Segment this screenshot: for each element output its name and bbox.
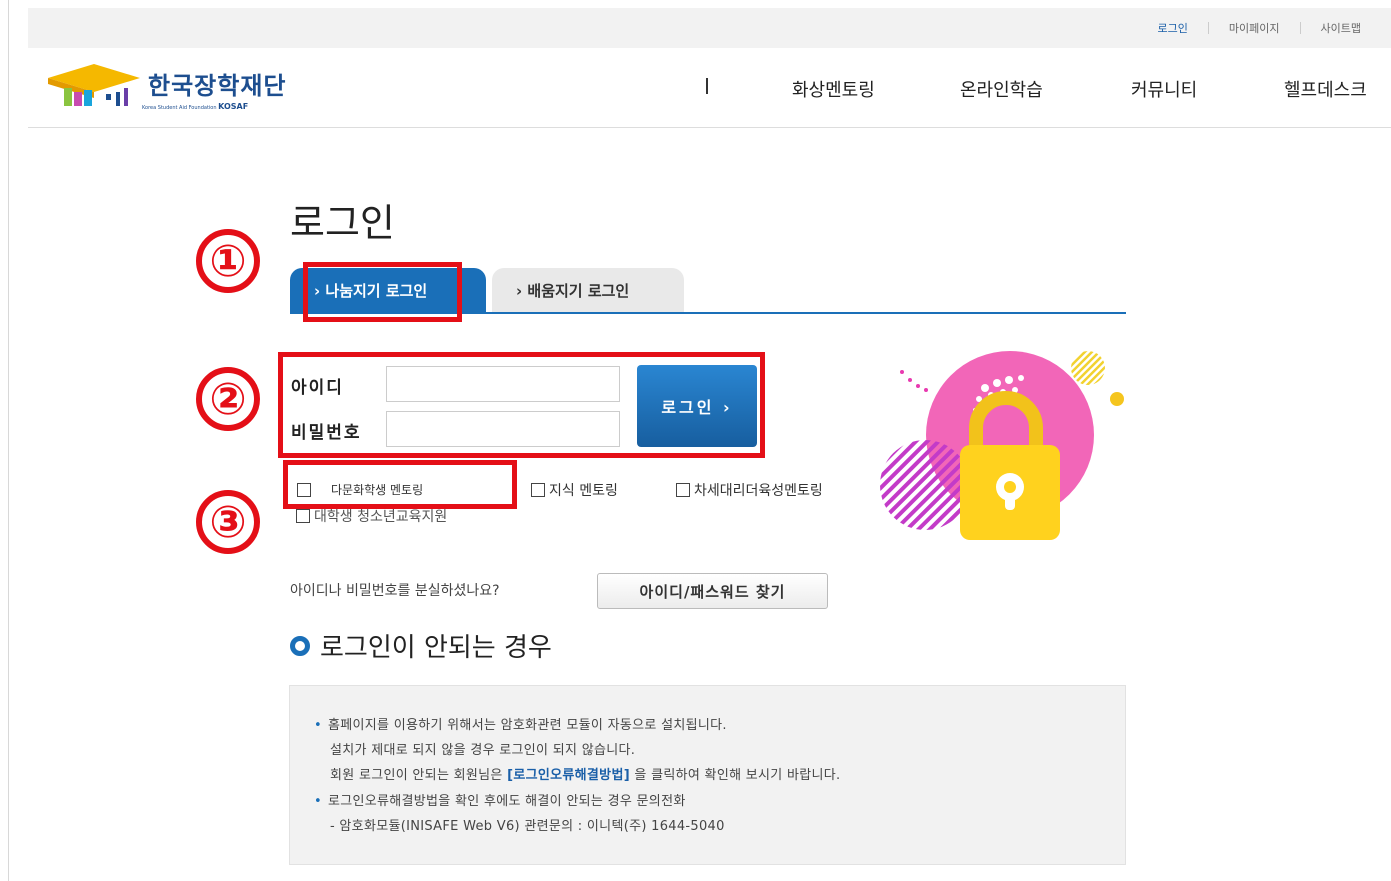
logo-subtitle: Korea Student Aid Foundation KOSAF — [142, 102, 248, 111]
info-line: - 암호화모듈(INISAFE Web V6) 관련문의 : 이니텍(주) 16… — [330, 819, 725, 834]
callout-number-2: ② — [196, 367, 260, 431]
info-line: 회원 로그인이 안되는 회원님은 [로그인오류해결방법] 을 클릭하여 확인해 … — [330, 764, 840, 783]
graduation-cap-icon — [48, 64, 140, 106]
lost-credentials-text: 아이디나 비밀번호를 분실하셨나요? — [290, 583, 500, 599]
logo-abbr: KOSAF — [218, 102, 249, 111]
utility-bar: 로그인 마이페이지 사이트맵 — [28, 8, 1391, 48]
nav-divider — [706, 78, 708, 94]
nav-helpdesk[interactable]: 헬프데스크 — [1284, 76, 1367, 102]
lock-illustration — [880, 351, 1124, 540]
divider — [1207, 22, 1209, 34]
callout-box-3 — [283, 460, 517, 509]
checkbox[interactable] — [676, 483, 690, 497]
info-text: 회원 로그인이 안되는 회원님은 — [330, 768, 503, 783]
program-option-youth-education[interactable]: 대학생 청소년교육지원 — [296, 506, 447, 526]
logo-subtitle-text: Korea Student Aid Foundation — [142, 105, 217, 111]
callout-box-1 — [303, 262, 462, 322]
nav-online-learning[interactable]: 온라인학습 — [960, 76, 1043, 102]
find-id-password-button[interactable]: 아이디/패스워드 찾기 — [597, 573, 828, 609]
bullet-icon: • — [314, 794, 322, 809]
site-header: 한국장학재단 Korea Student Aid Foundation KOSA… — [28, 48, 1391, 128]
info-line: • 홈페이지를 이용하기 위해서는 암호화관련 모듈이 자동으로 설치됩니다. — [314, 714, 727, 733]
bullet-icon: • — [314, 718, 322, 733]
utility-links: 로그인 마이페이지 사이트맵 — [1158, 20, 1361, 36]
callout-box-2 — [278, 352, 765, 458]
info-text: 홈페이지를 이용하기 위해서는 암호화관련 모듈이 자동으로 설치됩니다. — [327, 718, 727, 733]
info-line: 설치가 제대로 되지 않을 경우 로그인이 되지 않습니다. — [330, 743, 636, 758]
info-text: 을 클릭하여 확인해 보시기 바랍니다. — [634, 768, 841, 783]
ring-bullet-icon — [290, 635, 310, 656]
info-line: • 로그인오류해결방법을 확인 후에도 해결이 안되는 경우 문의전화 — [314, 790, 686, 809]
trouble-title-text: 로그인이 안되는 경우 — [320, 633, 552, 663]
program-option-leader[interactable]: 차세대리더육성멘토링 — [676, 480, 823, 500]
info-text: 로그인오류해결방법을 확인 후에도 해결이 안되는 경우 문의전화 — [327, 794, 686, 809]
frame-border — [8, 0, 9, 881]
kosaf-logo[interactable]: 한국장학재단 Korea Student Aid Foundation KOSA… — [44, 62, 314, 114]
trouble-info-box: • 홈페이지를 이용하기 위해서는 암호화관련 모듈이 자동으로 설치됩니다. 설… — [289, 685, 1126, 865]
trouble-section-title: 로그인이 안되는 경우 — [290, 627, 552, 664]
tab-learner-login[interactable]: › 배움지기 로그인 — [492, 268, 684, 312]
nav-video-mentoring[interactable]: 화상멘토링 — [792, 76, 875, 102]
top-mypage-link[interactable]: 마이페이지 — [1229, 20, 1280, 36]
program-label: 차세대리더육성멘토링 — [694, 483, 823, 499]
checkbox[interactable] — [531, 483, 545, 497]
nav-community[interactable]: 커뮤니티 — [1131, 76, 1197, 102]
program-label: 지식 멘토링 — [549, 483, 618, 499]
checkbox[interactable] — [296, 509, 310, 523]
callout-number-1: ① — [196, 229, 260, 293]
top-sitemap-link[interactable]: 사이트맵 — [1321, 20, 1361, 36]
program-option-knowledge[interactable]: 지식 멘토링 — [531, 480, 618, 500]
top-login-link[interactable]: 로그인 — [1158, 20, 1188, 36]
callout-number-3: ③ — [196, 490, 260, 554]
program-label: 대학생 청소년교육지원 — [314, 509, 448, 525]
divider — [1299, 22, 1301, 34]
page-title: 로그인 — [290, 201, 395, 245]
logo-title: 한국장학재단 — [148, 72, 287, 100]
login-error-help-link[interactable]: [로그인오류해결방법] — [507, 768, 630, 783]
